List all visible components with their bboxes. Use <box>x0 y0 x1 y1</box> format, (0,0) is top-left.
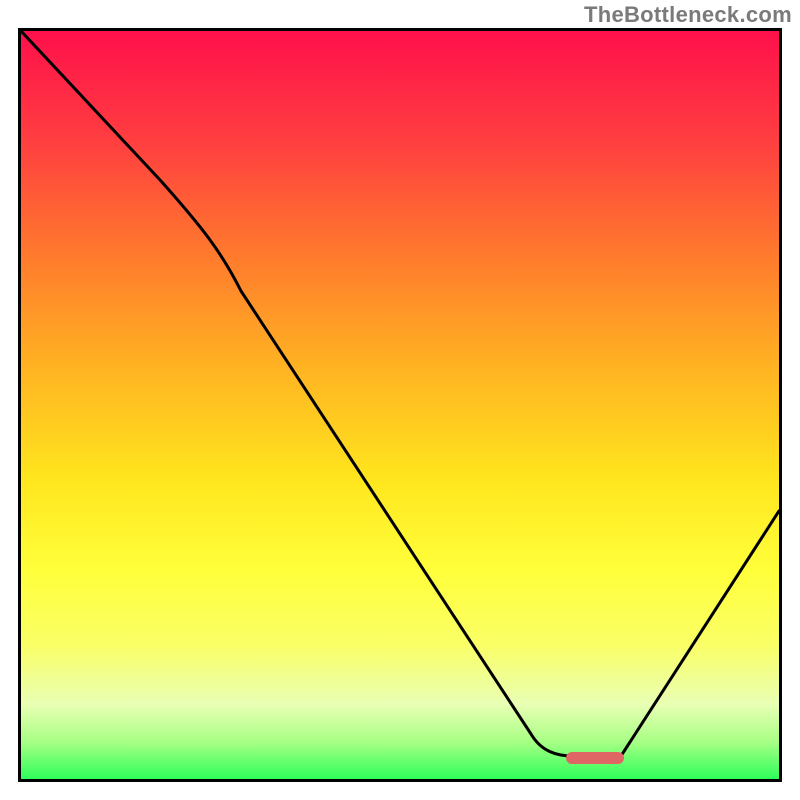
bottleneck-curve <box>21 31 779 756</box>
watermark-text: TheBottleneck.com <box>584 2 792 28</box>
curve-layer <box>21 31 779 779</box>
chart-frame: TheBottleneck.com <box>0 0 800 800</box>
plot-area <box>18 28 782 782</box>
optimal-range-marker <box>566 752 624 764</box>
